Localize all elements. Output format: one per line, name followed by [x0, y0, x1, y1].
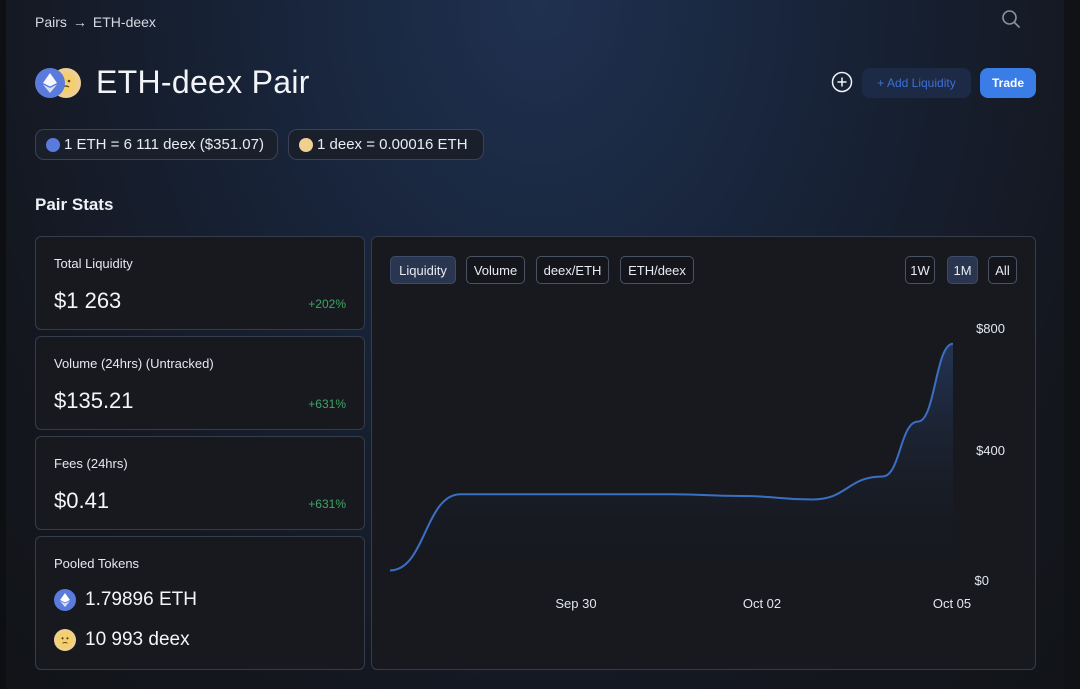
stat-change: +631%	[308, 397, 346, 411]
range-1m[interactable]: 1M	[947, 256, 978, 284]
deex-icon	[299, 137, 313, 152]
stat-value: $0.41	[54, 488, 110, 513]
eth-icon	[54, 589, 76, 611]
pooled-tokens-card: Pooled Tokens 1.79896 ETH 10 993 deex	[35, 536, 365, 670]
pooled-eth-amount: 1.79896 ETH	[85, 589, 197, 610]
breadcrumb-pairs-link[interactable]: Pairs	[35, 14, 67, 30]
deex-rate-chip: 1 deex = 0.00016 ETH	[288, 129, 484, 160]
search-icon	[1002, 10, 1020, 28]
add-liquidity-button[interactable]: + Add Liquidity	[862, 68, 971, 98]
eth-icon	[35, 68, 65, 98]
eth-rate-text: 1 ETH = 6 111 deex ($351.07)	[64, 136, 264, 153]
liquidity-chart: $800 $400 $0 Sep 30 Oct 02 Oct 05	[389, 321, 1005, 611]
deex-rate-text: 1 deex = 0.00016 ETH	[317, 136, 468, 153]
deex-icon	[54, 629, 76, 651]
window-left-edge	[0, 0, 6, 689]
pooled-token-row: 1.79896 ETH	[54, 589, 197, 611]
page-title: ETH-deex Pair	[96, 64, 310, 100]
total-liquidity-card: Total Liquidity $1 263 +202%	[35, 236, 365, 330]
breadcrumb-separator: →	[72, 14, 87, 30]
stat-value: $135.21	[54, 388, 134, 413]
chart-area	[390, 343, 953, 571]
trade-button[interactable]: Trade	[980, 68, 1036, 98]
eth-rate-chip: 1 ETH = 6 111 deex ($351.07)	[35, 129, 278, 160]
tab-liquidity[interactable]: Liquidity	[390, 256, 456, 284]
pair-stats-title: Pair Stats	[35, 195, 114, 214]
stat-value: $1 263	[54, 288, 122, 313]
stat-label: Volume (24hrs) (Untracked)	[54, 356, 214, 371]
search-button[interactable]	[1000, 8, 1022, 30]
stat-label: Pooled Tokens	[54, 556, 140, 571]
range-all[interactable]: All	[988, 256, 1017, 284]
stat-label: Total Liquidity	[54, 256, 133, 271]
y-tick-label: $0	[975, 573, 989, 588]
pair-token-icons	[35, 68, 81, 98]
y-tick-label: $800	[976, 321, 1005, 336]
stat-change: +202%	[308, 297, 346, 311]
plus-circle-icon	[831, 71, 853, 93]
volume-card: Volume (24hrs) (Untracked) $135.21 +631%	[35, 336, 365, 430]
tab-eth-deex[interactable]: ETH/deex	[620, 256, 694, 284]
x-tick-label: Oct 05	[933, 596, 971, 611]
y-tick-label: $400	[976, 443, 1005, 458]
breadcrumb: Pairs → ETH-deex	[35, 14, 156, 30]
fees-card: Fees (24hrs) $0.41 +631%	[35, 436, 365, 530]
range-1w[interactable]: 1W	[905, 256, 935, 284]
pooled-deex-amount: 10 993 deex	[85, 629, 190, 650]
window-right-edge	[1064, 0, 1080, 689]
add-to-watchlist-button[interactable]	[831, 71, 853, 93]
pooled-token-row: 10 993 deex	[54, 629, 190, 651]
stat-label: Fees (24hrs)	[54, 456, 128, 471]
x-tick-label: Sep 30	[555, 596, 596, 611]
tab-volume[interactable]: Volume	[466, 256, 525, 284]
tab-deex-eth[interactable]: deex/ETH	[536, 256, 609, 284]
chart-card: $800 $400 $0 Sep 30 Oct 02 Oct 05 Liquid…	[371, 236, 1036, 670]
x-tick-label: Oct 02	[743, 596, 781, 611]
stat-change: +631%	[308, 497, 346, 511]
eth-icon	[46, 137, 60, 152]
breadcrumb-current: ETH-deex	[92, 14, 156, 30]
